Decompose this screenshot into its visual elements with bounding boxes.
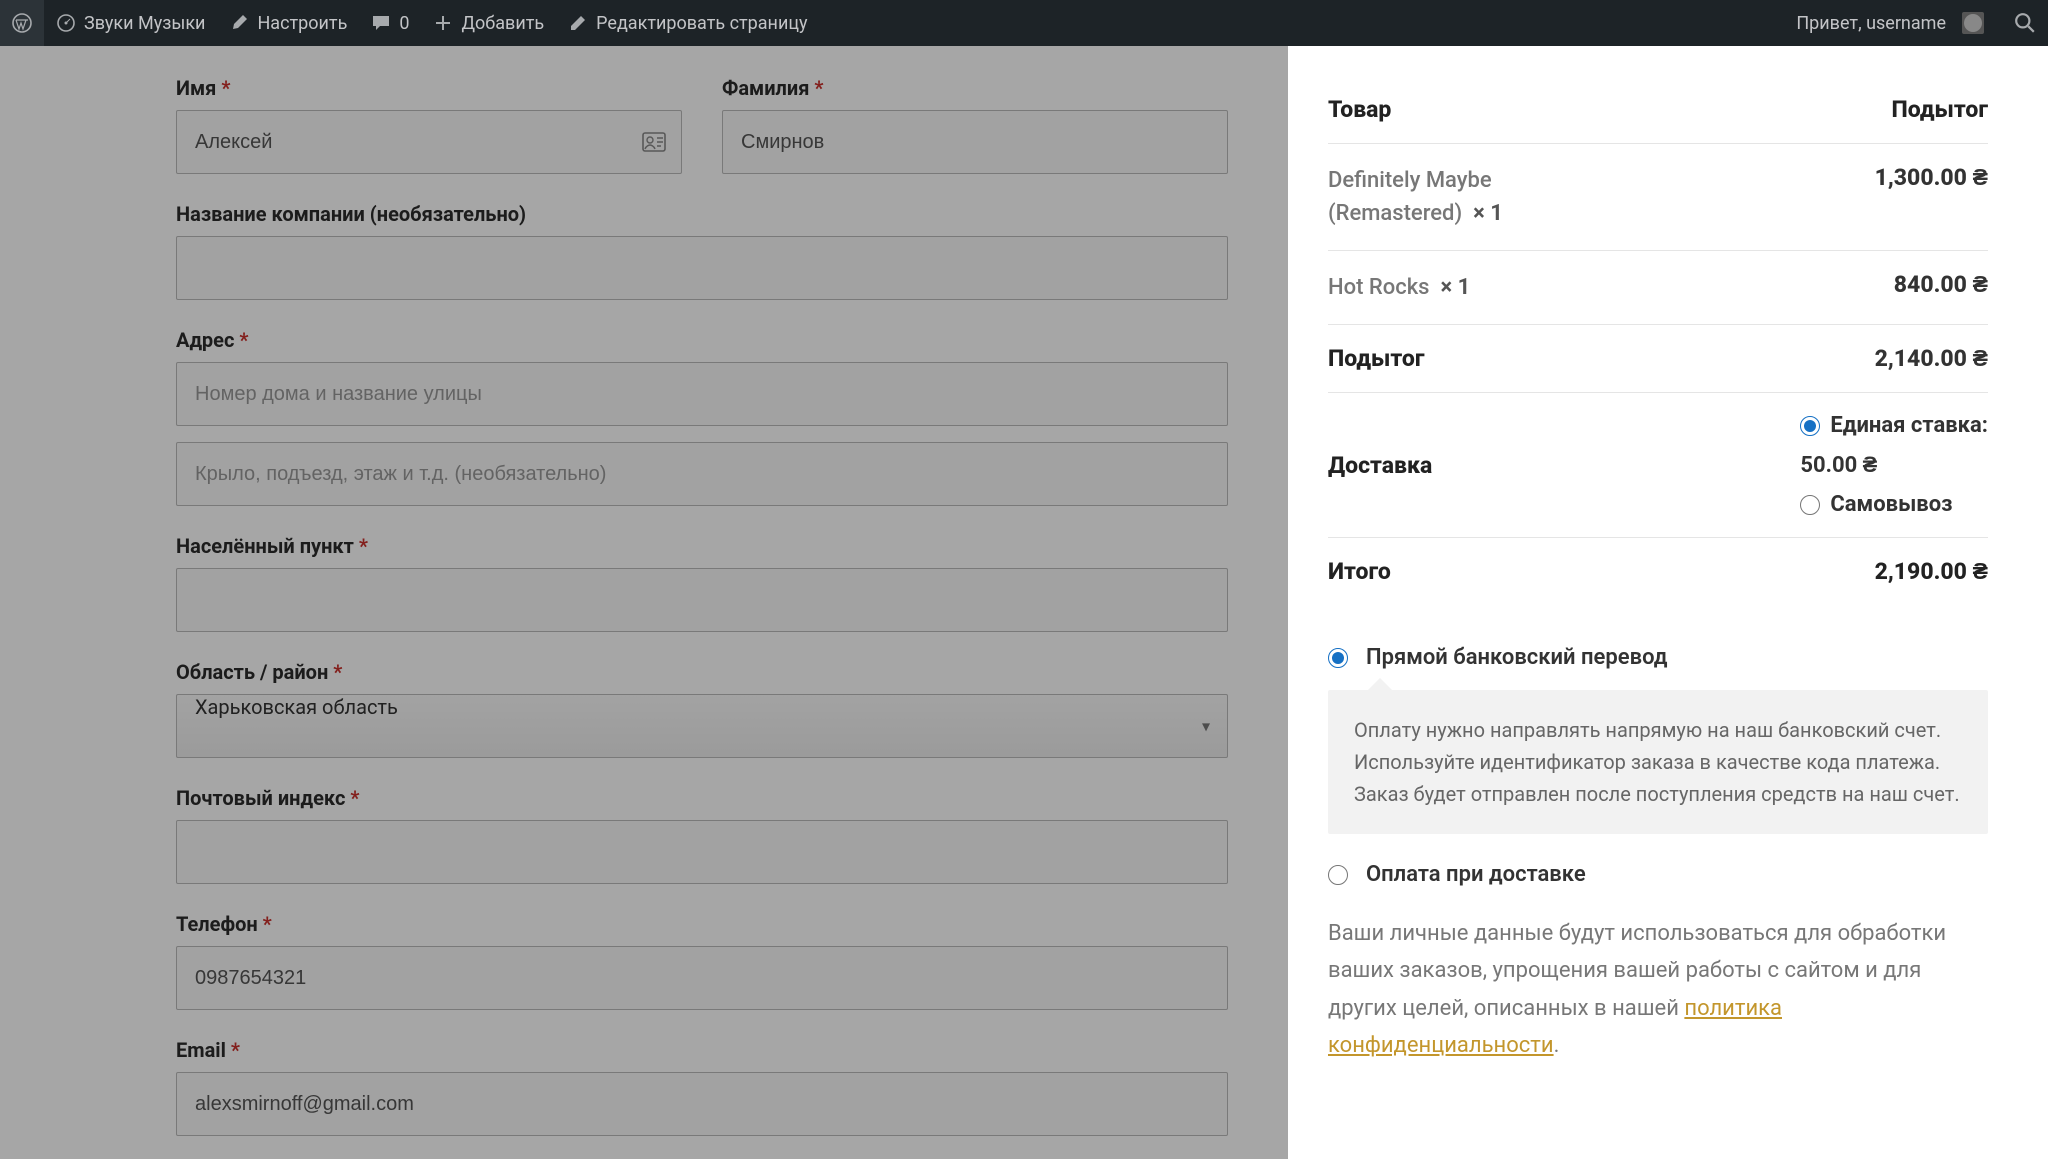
company-label: Название компании (необязательно) [176, 202, 1228, 226]
order-item-row: Definitely Maybe (Remastered) × 1 1,300.… [1328, 144, 1988, 251]
plus-icon [433, 13, 453, 33]
item-price: 840.00 ₴ [1894, 271, 1988, 304]
region-select[interactable]: Харьковская область [176, 694, 1228, 758]
comments-link[interactable]: 0 [359, 0, 421, 46]
city-input[interactable] [176, 568, 1228, 632]
item-price: 1,300.00 ₴ [1875, 164, 1988, 230]
subtotal-value: 2,140.00 ₴ [1875, 345, 1988, 372]
last-name-input[interactable] [722, 110, 1228, 174]
region-label: Область / район * [176, 660, 1228, 684]
payment-methods: Прямой банковский перевод Оплату нужно н… [1328, 645, 1988, 1065]
email-input[interactable] [176, 1072, 1228, 1136]
total-label: Итого [1328, 558, 1391, 585]
last-name-field: Фамилия * [722, 76, 1228, 174]
item-qty: × 1 [1440, 275, 1470, 300]
site-title: Звуки Музыки [84, 13, 205, 34]
item-qty: × 1 [1473, 201, 1503, 226]
address-line2-input[interactable] [176, 442, 1228, 506]
payment-radio-cod[interactable] [1328, 865, 1348, 885]
order-item-row: Hot Rocks × 1 840.00 ₴ [1328, 251, 1988, 325]
customize-link[interactable]: Настроить [217, 0, 359, 46]
pencil-icon [568, 13, 588, 33]
phone-field: Телефон * [176, 912, 1228, 1010]
address-field: Адрес * [176, 328, 1228, 506]
first-name-input[interactable] [176, 110, 682, 174]
subtotal-header: Подытог [1891, 96, 1988, 123]
shipping-radio-pickup[interactable] [1800, 495, 1820, 515]
item-name: Definitely Maybe (Remastered) [1328, 168, 1492, 226]
customize-label: Настроить [257, 13, 347, 34]
wordpress-icon [12, 13, 32, 33]
subtotal-row: Подытог 2,140.00 ₴ [1328, 325, 1988, 393]
contact-card-icon [642, 132, 666, 152]
address-line1-input[interactable] [176, 362, 1228, 426]
shipping-option-flat[interactable]: Единая ставка: [1800, 413, 1988, 438]
billing-form-column: Имя * Фамилия * Название компании (необя… [0, 46, 1288, 1159]
edit-page-link[interactable]: Редактировать страницу [556, 0, 819, 46]
subtotal-label: Подытог [1328, 345, 1425, 372]
edit-label: Редактировать страницу [596, 13, 807, 34]
company-field: Название компании (необязательно) [176, 202, 1228, 300]
payment-description: Оплату нужно направлять напрямую на наш … [1328, 690, 1988, 834]
search-icon[interactable] [2014, 12, 2036, 34]
product-header: Товар [1328, 96, 1391, 123]
greeting: Привет, username [1796, 13, 1946, 34]
brush-icon [229, 13, 249, 33]
dashboard-icon [56, 13, 76, 33]
admin-bar: Звуки Музыки Настроить 0 Добавить Редакт… [0, 0, 2048, 46]
comment-icon [371, 13, 391, 33]
privacy-text: Ваши личные данные будут использоваться … [1328, 915, 1988, 1065]
order-summary-column: Товар Подытог Definitely Maybe (Remaster… [1288, 46, 2048, 1159]
order-summary-table: Товар Подытог Definitely Maybe (Remaster… [1328, 76, 1988, 605]
checkout-page: Имя * Фамилия * Название компании (необя… [0, 46, 2048, 1159]
first-name-field: Имя * [176, 76, 682, 174]
payment-option-bank[interactable]: Прямой банковский перевод [1328, 645, 1988, 670]
wp-logo[interactable] [0, 0, 44, 46]
shipping-radio-flat[interactable] [1800, 416, 1820, 436]
city-field: Населённый пункт * [176, 534, 1228, 632]
payment-radio-bank[interactable] [1328, 648, 1348, 668]
payment-option-cod[interactable]: Оплата при доставке [1328, 862, 1988, 887]
email-label: Email * [176, 1038, 1228, 1062]
shipping-label: Доставка [1328, 452, 1432, 479]
city-label: Населённый пункт * [176, 534, 1228, 558]
email-field: Email * [176, 1038, 1228, 1136]
address-label: Адрес * [176, 328, 1228, 352]
add-link[interactable]: Добавить [421, 0, 556, 46]
phone-input[interactable] [176, 946, 1228, 1010]
avatar [1962, 12, 1984, 34]
total-value: 2,190.00 ₴ [1875, 558, 1988, 585]
account-link[interactable]: Привет, username [1784, 0, 1996, 46]
postcode-field: Почтовый индекс * [176, 786, 1228, 884]
total-row: Итого 2,190.00 ₴ [1328, 538, 1988, 605]
postcode-input[interactable] [176, 820, 1228, 884]
postcode-label: Почтовый индекс * [176, 786, 1228, 810]
item-name: Hot Rocks [1328, 275, 1430, 300]
phone-label: Телефон * [176, 912, 1228, 936]
shipping-option-pickup[interactable]: Самовывоз [1800, 492, 1988, 517]
first-name-label: Имя * [176, 76, 682, 100]
site-link[interactable]: Звуки Музыки [44, 0, 217, 46]
region-field: Область / район * Харьковская область ▾ [176, 660, 1228, 758]
comment-count: 0 [399, 13, 409, 34]
last-name-label: Фамилия * [722, 76, 1228, 100]
shipping-row: Доставка Единая ставка: 50.00 ₴ Самовыво… [1328, 393, 1988, 538]
company-input[interactable] [176, 236, 1228, 300]
add-label: Добавить [461, 13, 544, 34]
shipping-flat-price: 50.00 ₴ [1800, 452, 1988, 478]
